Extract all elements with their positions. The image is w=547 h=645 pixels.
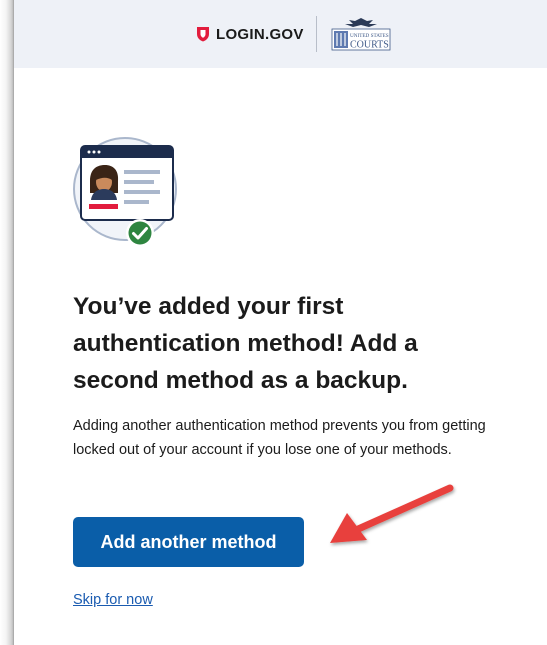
page-description: Adding another authentication method pre… xyxy=(73,418,486,458)
id-card-with-checkmark-icon xyxy=(73,137,177,247)
courts-logo-bottom-text: COURTS xyxy=(350,40,389,51)
page-heading: You’ve added your first authentication m… xyxy=(73,293,418,394)
header-brand: LOGIN.GOV UNITED STATES COURTS xyxy=(196,16,393,52)
us-courts-logo: UNITED STATES COURTS xyxy=(331,18,391,51)
header-divider xyxy=(315,16,317,52)
courts-logo-top-text: UNITED STATES xyxy=(350,33,389,39)
header-bar: LOGIN.GOV UNITED STATES COURTS xyxy=(14,0,547,68)
login-gov-logo-text: LOGIN.GOV xyxy=(216,25,304,43)
add-another-method-button[interactable]: Add another method xyxy=(73,517,304,567)
login-gov-shield-icon xyxy=(197,27,209,42)
skip-for-now-link[interactable]: Skip for now xyxy=(73,592,153,608)
red-pointer-arrow-icon xyxy=(330,484,454,543)
screenshot-shadow-edge xyxy=(0,0,14,645)
page-card: LOGIN.GOV UNITED STATES COURTS You’ve ad… xyxy=(14,0,547,645)
